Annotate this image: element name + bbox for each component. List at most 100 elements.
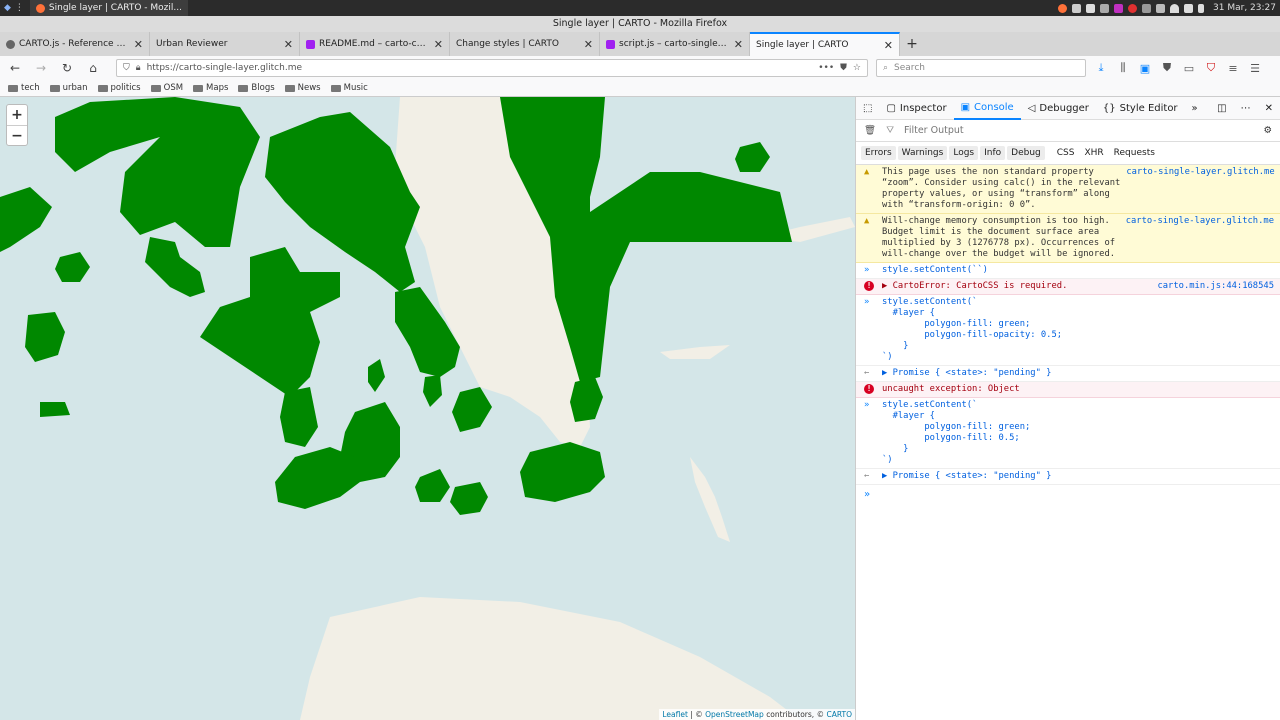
trash-icon[interactable]: 🗑︎ — [864, 125, 876, 136]
console-error[interactable]: ! ▶ CartoError: CartoCSS is required. ca… — [856, 279, 1280, 295]
console-input[interactable]: » style.setContent(``) — [856, 263, 1280, 279]
close-icon[interactable]: ✕ — [434, 38, 443, 51]
source-link[interactable]: carto.min.js:44:168545 — [1157, 281, 1274, 292]
leaflet-link[interactable]: Leaflet — [662, 710, 688, 719]
tab-script-js[interactable]: script.js – carto-single-layer ✕ — [600, 32, 750, 56]
shield-icon[interactable]: ⛉ — [123, 63, 130, 73]
reader-icon[interactable]: ≡ — [1226, 62, 1240, 75]
console-output[interactable]: ▲ This page uses the non standard proper… — [856, 165, 1280, 504]
record-icon[interactable] — [1128, 3, 1138, 13]
map-canvas[interactable] — [0, 97, 855, 720]
osm-link[interactable]: OpenStreetMap — [705, 710, 764, 719]
tab-change-styles[interactable]: Change styles | CARTO ✕ — [450, 32, 600, 56]
console-result[interactable]: ← ▶ Promise { <state>: "pending" } — [856, 469, 1280, 485]
close-icon[interactable]: ✕ — [884, 39, 893, 52]
bookmark-folder-politics[interactable]: politics — [97, 83, 141, 93]
back-button[interactable]: ← — [6, 61, 24, 75]
console-error[interactable]: ! uncaught exception: Object — [856, 382, 1280, 398]
filter-debug[interactable]: Debug — [1007, 146, 1045, 160]
app-menu-icon[interactable]: ◆ — [4, 3, 11, 13]
settings-gear-icon[interactable]: ⚙ — [1263, 125, 1272, 136]
source-link[interactable]: carto-single-layer.glitch.me — [1126, 216, 1274, 260]
filter-xhr[interactable]: XHR — [1080, 146, 1107, 160]
url-text[interactable]: https://carto-single-layer.glitch.me — [147, 63, 813, 73]
page-actions-icon[interactable]: ••• — [818, 63, 834, 73]
close-icon[interactable]: ✕ — [584, 38, 593, 51]
url-bar[interactable]: ⛉ 🔒︎ https://carto-single-layer.glitch.m… — [116, 59, 868, 77]
bookmark-folder-blogs[interactable]: Blogs — [238, 83, 275, 93]
bookmark-folder-music[interactable]: Music — [330, 83, 368, 93]
tab-style-editor[interactable]: {} Style Editor — [1096, 97, 1185, 120]
battery-icon[interactable] — [1198, 3, 1205, 13]
clock[interactable]: 31 Mar, 23:27 — [1213, 3, 1276, 13]
bookmark-folder-urban[interactable]: urban — [49, 83, 88, 93]
filter-info[interactable]: Info — [980, 146, 1006, 160]
console-input[interactable]: » style.setContent(` #layer { polygon-fi… — [856, 398, 1280, 469]
camera-icon[interactable] — [1142, 3, 1152, 13]
close-icon[interactable]: ✕ — [284, 38, 293, 51]
tab-urban-reviewer[interactable]: Urban Reviewer ✕ — [150, 32, 300, 56]
app-tray-icon[interactable] — [1114, 3, 1124, 13]
menu-icon[interactable]: ☰ — [1248, 62, 1262, 75]
filter-logs[interactable]: Logs — [949, 146, 979, 160]
source-link[interactable]: carto-single-layer.glitch.me — [1126, 167, 1274, 211]
more-options-icon[interactable]: ⋯ — [1234, 97, 1258, 120]
filter-warnings[interactable]: Warnings — [897, 146, 948, 160]
search-bar[interactable]: ⌕ Search — [876, 59, 1086, 77]
bookmark-folder-tech[interactable]: tech — [8, 83, 40, 93]
home-button[interactable]: ⌂ — [84, 61, 102, 75]
more-tabs-icon[interactable]: » — [1185, 97, 1205, 120]
element-picker-icon[interactable]: ⬚ — [856, 97, 879, 120]
filter-requests[interactable]: Requests — [1110, 146, 1159, 160]
wifi-icon[interactable] — [1170, 3, 1180, 13]
bookmark-folder-osm[interactable]: OSM — [150, 83, 183, 93]
star-icon[interactable]: ☆ — [853, 63, 861, 73]
console-result[interactable]: ← ▶ Promise { <state>: "pending" } — [856, 366, 1280, 382]
new-tab-button[interactable]: + — [900, 32, 924, 56]
carto-link[interactable]: CARTO — [826, 710, 852, 719]
tab-carto-reference[interactable]: CARTO.js - Reference API ✕ — [0, 32, 150, 56]
zoom-in-button[interactable]: + — [7, 105, 27, 125]
taskbar-task-firefox[interactable]: Single layer | CARTO - Mozil... — [29, 0, 188, 16]
bookmark-folder-news[interactable]: News — [284, 83, 321, 93]
library-icon[interactable]: ⫼ — [1116, 61, 1130, 75]
console-input[interactable]: » style.setContent(` #layer { polygon-fi… — [856, 295, 1280, 366]
filter-css[interactable]: CSS — [1053, 146, 1079, 160]
console-warning[interactable]: ▲ This page uses the non standard proper… — [856, 165, 1280, 214]
error-icon: ! — [864, 384, 874, 394]
forward-button[interactable]: → — [32, 61, 50, 75]
ublock-icon[interactable]: ⛉ — [1204, 61, 1218, 75]
steam-icon[interactable] — [1100, 3, 1110, 13]
pocket-toolbar-icon[interactable]: ⛊ — [1160, 61, 1174, 75]
zoom-out-button[interactable]: − — [7, 125, 27, 145]
reload-button[interactable]: ↻ — [58, 61, 76, 75]
pocket-icon[interactable]: ⛊ — [840, 63, 847, 73]
console-warning[interactable]: ▲ Will-change memory consumption is too … — [856, 214, 1280, 263]
input-chevron-icon: » — [864, 297, 870, 307]
filter-input[interactable] — [904, 125, 1254, 136]
map-view[interactable]: + − Leaflet | © OpenStreetMap contributo… — [0, 97, 855, 720]
close-icon[interactable]: ✕ — [134, 38, 143, 51]
close-devtools-icon[interactable]: ✕ — [1258, 97, 1280, 120]
bell-icon[interactable] — [1072, 3, 1082, 13]
volume-icon[interactable] — [1184, 3, 1194, 13]
firefox-tray-icon[interactable] — [1058, 3, 1068, 13]
tab-console[interactable]: ▣ Console — [953, 97, 1021, 120]
dock-icon[interactable]: ◫ — [1210, 97, 1233, 120]
console-prompt[interactable]: » — [856, 485, 1280, 504]
clipboard-icon[interactable] — [1156, 3, 1166, 13]
tab-debugger[interactable]: ◁ Debugger — [1021, 97, 1096, 120]
extension-icon[interactable]: ▣ — [1138, 62, 1152, 75]
close-icon[interactable]: ✕ — [734, 38, 743, 51]
tab-inspector[interactable]: ▢ Inspector — [879, 97, 953, 120]
tab-readme[interactable]: README.md – carto-change-s ✕ — [300, 32, 450, 56]
tab-single-layer[interactable]: Single layer | CARTO ✕ — [750, 32, 900, 56]
sidebar-icon[interactable]: ▭ — [1182, 62, 1196, 75]
lock-icon[interactable]: 🔒︎ — [136, 63, 141, 73]
download-icon[interactable]: ⤓ — [1094, 61, 1108, 75]
folder-icon — [150, 84, 161, 92]
filter-errors[interactable]: Errors — [861, 146, 896, 160]
dots-icon[interactable]: ⋮ — [15, 3, 24, 13]
mail-icon[interactable] — [1086, 3, 1096, 13]
bookmark-folder-maps[interactable]: Maps — [193, 83, 228, 93]
